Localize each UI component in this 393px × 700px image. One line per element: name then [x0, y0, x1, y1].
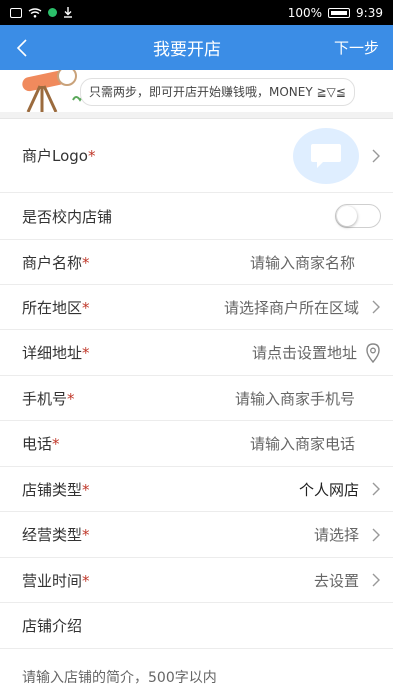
- merchant-name-label: 商户名称*: [22, 253, 90, 272]
- business-hours-row[interactable]: 营业时间* 去设置: [0, 558, 393, 603]
- chevron-right-icon: [372, 573, 380, 587]
- campus-store-label: 是否校内店铺: [22, 207, 113, 226]
- business-hours-right: 去设置: [314, 570, 381, 591]
- phone-row[interactable]: 电话* 请输入商家电话: [0, 421, 393, 467]
- store-intro-row: 店铺介绍: [0, 603, 393, 649]
- download-icon: [64, 7, 72, 18]
- business-hours-setting[interactable]: 去设置: [314, 570, 359, 591]
- business-type-label: 经营类型*: [22, 526, 90, 544]
- logo-right: [293, 127, 381, 184]
- phone-input[interactable]: 请输入商家电话: [250, 433, 381, 454]
- chevron-right-icon: [372, 482, 380, 496]
- store-type-label: 店铺类型*: [22, 480, 90, 499]
- toggle-knob: [337, 206, 357, 226]
- app-header: 我要开店 下一步: [0, 25, 393, 70]
- campus-store-toggle[interactable]: [335, 204, 381, 228]
- region-right: 请选择商户所在区域: [224, 297, 381, 318]
- location-pin-icon[interactable]: [365, 342, 381, 363]
- app-dot-icon: [48, 8, 57, 17]
- battery-percent: 100%: [287, 5, 323, 20]
- page-title: 我要开店: [152, 40, 221, 60]
- section-divider: [0, 112, 393, 119]
- logo-label: 商户Logo*: [22, 147, 96, 165]
- merchant-name-row[interactable]: 商户名称* 请输入商家名称: [0, 240, 393, 285]
- merchant-name-input[interactable]: 请输入商家名称: [250, 252, 381, 273]
- store-type-row[interactable]: 店铺类型* 个人网店: [0, 467, 393, 512]
- region-label: 所在地区*: [22, 298, 90, 317]
- address-picker[interactable]: 请点击设置地址: [252, 342, 357, 363]
- sim-icon: [10, 7, 22, 18]
- status-right: 100% 9:39: [288, 6, 383, 20]
- business-type-select[interactable]: 请选择: [314, 524, 359, 545]
- business-type-right: 请选择: [314, 524, 381, 545]
- clock: 9:39: [356, 5, 383, 20]
- business-hours-label: 营业时间*: [22, 571, 90, 590]
- store-intro-textarea[interactable]: 请输入店铺的简介，500字以内: [0, 649, 393, 687]
- region-select[interactable]: 请选择商户所在区域: [224, 297, 359, 318]
- address-right: 请点击设置地址: [252, 342, 381, 363]
- region-row[interactable]: 所在地区* 请选择商户所在区域: [0, 285, 393, 330]
- mobile-row[interactable]: 手机号* 请输入商家手机号: [0, 376, 393, 421]
- logo-row[interactable]: 商户Logo*: [0, 119, 393, 193]
- battery-icon: [328, 7, 351, 18]
- next-step-button[interactable]: 下一步: [334, 37, 379, 58]
- chevron-left-icon: [16, 38, 27, 57]
- mobile-label: 手机号*: [22, 389, 75, 408]
- address-label: 详细地址*: [22, 344, 90, 362]
- status-icons: [10, 7, 73, 18]
- logo-placeholder-avatar[interactable]: [293, 127, 359, 184]
- store-intro-label: 店铺介绍: [22, 617, 83, 635]
- chat-bubble-icon: [311, 143, 341, 168]
- store-type-value[interactable]: 个人网店: [299, 479, 359, 500]
- promo-banner: 只需两步，即可开店开始赚钱哦，MONEY ≧▽≦: [0, 70, 393, 112]
- phone-label: 电话*: [22, 435, 60, 453]
- chevron-right-icon: [372, 149, 380, 162]
- campus-store-row: 是否校内店铺: [0, 193, 393, 240]
- banner-message: 只需两步，即可开店开始赚钱哦，MONEY ≧▽≦: [80, 78, 355, 106]
- address-row[interactable]: 详细地址* 请点击设置地址: [0, 330, 393, 376]
- back-button[interactable]: [16, 36, 40, 60]
- mobile-input[interactable]: 请输入商家手机号: [235, 388, 381, 409]
- chevron-right-icon: [372, 528, 380, 541]
- business-type-row[interactable]: 经营类型* 请选择: [0, 512, 393, 558]
- store-type-right: 个人网店: [299, 479, 381, 500]
- wifi-icon: [28, 7, 42, 18]
- chevron-right-icon: [372, 300, 380, 314]
- status-bar: 100% 9:39: [0, 0, 393, 25]
